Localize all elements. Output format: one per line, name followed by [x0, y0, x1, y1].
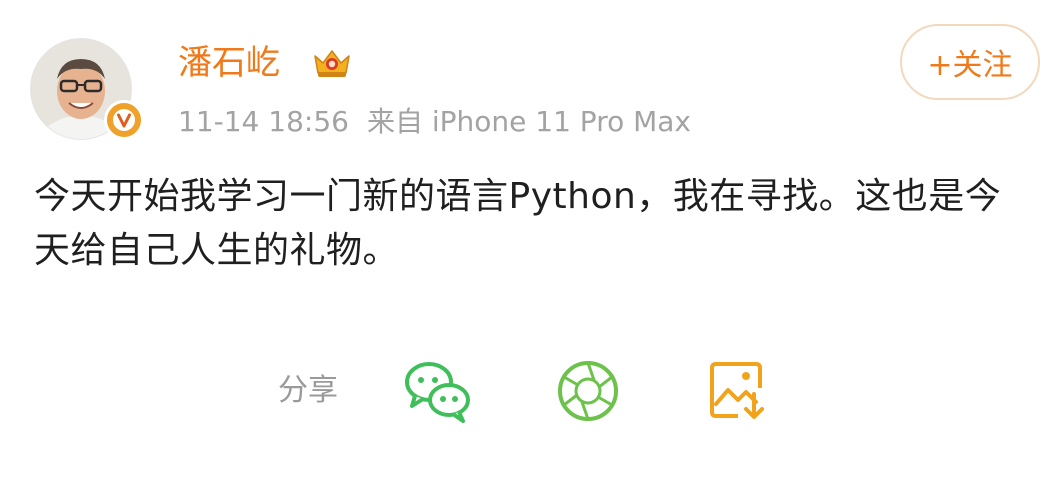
verified-v-icon [113, 109, 135, 131]
share-save-image-button[interactable] [698, 352, 778, 430]
share-label: 分享 [278, 373, 338, 408]
save-image-icon [710, 362, 764, 419]
share-bar: 分享 [278, 352, 848, 430]
verified-badge-icon [104, 100, 144, 140]
post-source: 来自 iPhone 11 Pro Max [366, 105, 692, 138]
vip-crown-icon[interactable] [312, 46, 352, 80]
post-timestamp: 11-14 18:56 [178, 105, 349, 138]
post-text: 今天开始我学习一门新的语言Python，我在寻找。这也是今天给自己人生的礼物。 [34, 176, 1002, 271]
post-meta: 11-14 18:56 来自 iPhone 11 Pro Max [178, 104, 691, 140]
follow-button[interactable]: +关注 [900, 24, 1040, 100]
share-wechat-button[interactable] [398, 352, 478, 430]
share-moments-button[interactable] [548, 352, 628, 430]
author-avatar-container[interactable] [30, 38, 144, 142]
moments-icon [558, 361, 618, 421]
author-name[interactable]: 潘石屹 [178, 40, 280, 86]
wechat-icon [405, 362, 470, 423]
weibo-post-card: 潘石屹 11-14 18:56 来自 iPhone 11 Pro Max +关注 … [0, 0, 1044, 500]
